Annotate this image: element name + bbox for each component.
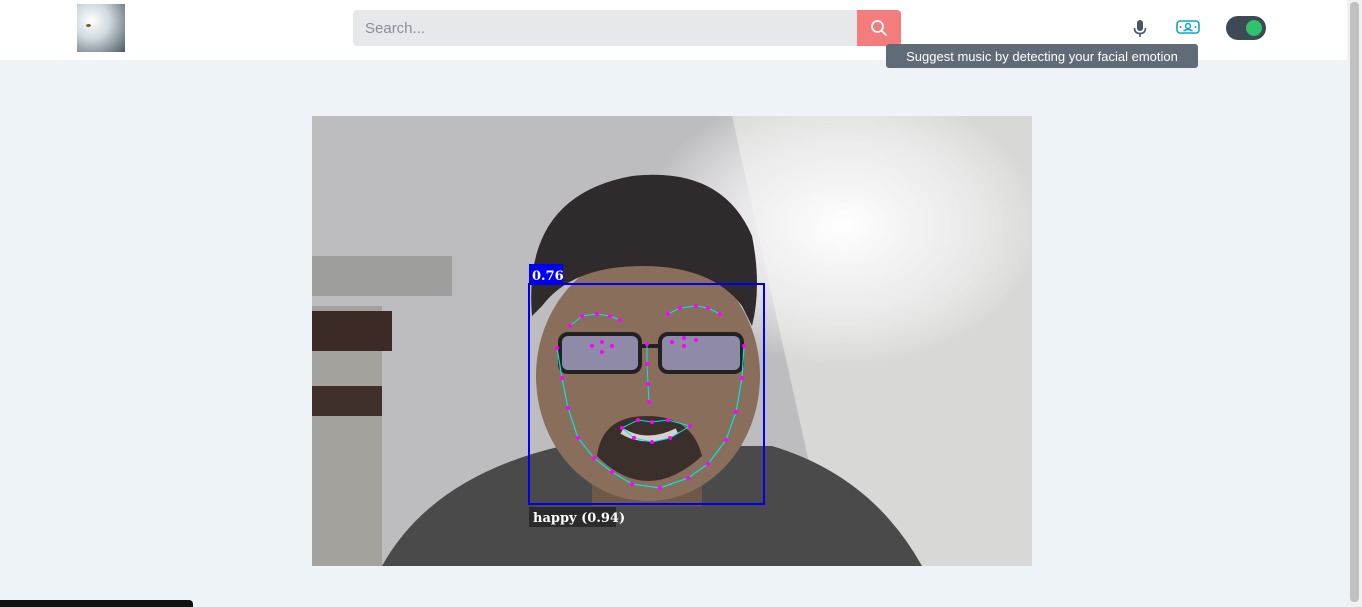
search-icon: [871, 20, 887, 36]
emotion-label: happy (0.94): [533, 511, 625, 526]
search-bar: [353, 10, 901, 46]
webcam-video: 0.76 happy (0.94): [312, 116, 1032, 566]
logo-image[interactable]: [77, 4, 125, 52]
page-scrollbar[interactable]: [1347, 0, 1362, 607]
toggle-knob: [1246, 20, 1262, 36]
emotion-tooltip: Suggest music by detecting your facial e…: [886, 44, 1198, 68]
toggle-switch[interactable]: [1226, 16, 1266, 40]
search-input[interactable]: [353, 10, 857, 46]
search-button[interactable]: [857, 10, 901, 46]
logo-mark: [86, 24, 91, 27]
webcam-frame: 0.76 happy (0.94): [312, 116, 1032, 566]
microphone-icon: [1133, 20, 1147, 37]
scrollbar-thumb[interactable]: [1350, 2, 1359, 602]
face-detect-icon: [1176, 20, 1200, 34]
microphone-button[interactable]: [1130, 18, 1150, 40]
emotion-detect-button[interactable]: [1175, 18, 1201, 38]
detection-score: 0.76: [532, 269, 564, 284]
status-bar-chip: [0, 600, 193, 607]
